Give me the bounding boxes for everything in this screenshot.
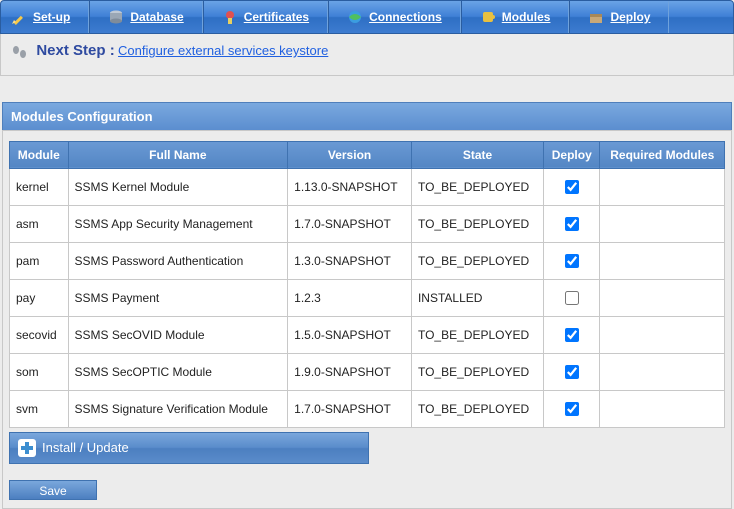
cell-deploy: [544, 205, 600, 242]
cell-module: som: [10, 353, 69, 390]
panel-body: Module Full Name Version State Deploy Re…: [2, 130, 732, 509]
cell-deploy: [544, 316, 600, 353]
footprints-icon: [11, 43, 29, 61]
cell-state: TO_BE_DEPLOYED: [411, 242, 543, 279]
table-row: somSSMS SecOPTIC Module1.9.0-SNAPSHOTTO_…: [10, 353, 725, 390]
col-deploy: Deploy: [544, 141, 600, 168]
col-fullname: Full Name: [68, 141, 288, 168]
cell-deploy: [544, 242, 600, 279]
cell-version: 1.9.0-SNAPSHOT: [288, 353, 412, 390]
cell-module: asm: [10, 205, 69, 242]
table-row: secovidSSMS SecOVID Module1.5.0-SNAPSHOT…: [10, 316, 725, 353]
table-row: pamSSMS Password Authentication1.3.0-SNA…: [10, 242, 725, 279]
nav-connections-label: Connections: [369, 10, 442, 24]
globe-icon: [347, 9, 363, 25]
cell-fullname: SSMS Payment: [68, 279, 288, 316]
deploy-checkbox[interactable]: [565, 291, 579, 305]
nav-certificates-label: Certificates: [244, 10, 309, 24]
nav-deploy-label: Deploy: [610, 10, 650, 24]
modules-panel: Modules Configuration Module Full Name V…: [0, 102, 734, 509]
nav-connections[interactable]: Connections: [328, 1, 461, 33]
next-step-bar: Next Step : Configure external services …: [0, 34, 734, 76]
deploy-checkbox[interactable]: [565, 365, 579, 379]
database-icon: [108, 9, 124, 25]
cell-state: TO_BE_DEPLOYED: [411, 168, 543, 205]
cell-module: secovid: [10, 316, 69, 353]
col-required: Required Modules: [600, 141, 725, 168]
cell-state: TO_BE_DEPLOYED: [411, 390, 543, 427]
cell-module: kernel: [10, 168, 69, 205]
install-update-button[interactable]: Install / Update: [9, 432, 369, 464]
install-update-label: Install / Update: [42, 440, 129, 455]
deploy-checkbox[interactable]: [565, 217, 579, 231]
cell-fullname: SSMS Kernel Module: [68, 168, 288, 205]
cell-deploy: [544, 168, 600, 205]
cell-required: [600, 205, 725, 242]
col-module: Module: [10, 141, 69, 168]
deploy-checkbox[interactable]: [565, 402, 579, 416]
cell-fullname: SSMS Password Authentication: [68, 242, 288, 279]
table-row: paySSMS Payment1.2.3INSTALLED: [10, 279, 725, 316]
cell-module: svm: [10, 390, 69, 427]
cell-required: [600, 279, 725, 316]
navbar: Set-up Database Certificates Connections…: [0, 0, 734, 34]
nav-modules[interactable]: Modules: [461, 1, 570, 33]
deploy-checkbox[interactable]: [565, 254, 579, 268]
cell-required: [600, 242, 725, 279]
cell-version: 1.7.0-SNAPSHOT: [288, 390, 412, 427]
cell-module: pam: [10, 242, 69, 279]
table-row: kernelSSMS Kernel Module1.13.0-SNAPSHOTT…: [10, 168, 725, 205]
nav-modules-label: Modules: [502, 10, 551, 24]
cell-version: 1.13.0-SNAPSHOT: [288, 168, 412, 205]
cell-version: 1.7.0-SNAPSHOT: [288, 205, 412, 242]
plus-icon: [18, 439, 36, 457]
cell-required: [600, 168, 725, 205]
cell-state: TO_BE_DEPLOYED: [411, 353, 543, 390]
table-row: svmSSMS Signature Verification Module1.7…: [10, 390, 725, 427]
deploy-checkbox[interactable]: [565, 180, 579, 194]
cell-deploy: [544, 353, 600, 390]
cell-required: [600, 390, 725, 427]
cell-required: [600, 353, 725, 390]
cell-deploy: [544, 279, 600, 316]
col-state: State: [411, 141, 543, 168]
cell-state: TO_BE_DEPLOYED: [411, 316, 543, 353]
cell-fullname: SSMS Signature Verification Module: [68, 390, 288, 427]
next-step-label: Next Step :: [36, 42, 114, 59]
nav-database[interactable]: Database: [89, 1, 202, 33]
panel-title: Modules Configuration: [2, 102, 732, 130]
table-row: asmSSMS App Security Management1.7.0-SNA…: [10, 205, 725, 242]
cell-version: 1.2.3: [288, 279, 412, 316]
nav-deploy[interactable]: Deploy: [569, 1, 669, 33]
save-button[interactable]: Save: [9, 480, 97, 500]
pencil-icon: [11, 9, 27, 25]
cell-module: pay: [10, 279, 69, 316]
cell-fullname: SSMS SecOPTIC Module: [68, 353, 288, 390]
cell-version: 1.5.0-SNAPSHOT: [288, 316, 412, 353]
cell-state: TO_BE_DEPLOYED: [411, 205, 543, 242]
nav-setup-label: Set-up: [33, 10, 70, 24]
col-version: Version: [288, 141, 412, 168]
cell-state: INSTALLED: [411, 279, 543, 316]
nav-setup[interactable]: Set-up: [1, 1, 89, 33]
cell-version: 1.3.0-SNAPSHOT: [288, 242, 412, 279]
cell-deploy: [544, 390, 600, 427]
certificate-icon: [222, 9, 238, 25]
nav-database-label: Database: [130, 10, 183, 24]
box-icon: [588, 9, 604, 25]
puzzle-icon: [480, 9, 496, 25]
deploy-checkbox[interactable]: [565, 328, 579, 342]
nav-certificates[interactable]: Certificates: [203, 1, 328, 33]
modules-table: Module Full Name Version State Deploy Re…: [9, 141, 725, 428]
cell-fullname: SSMS SecOVID Module: [68, 316, 288, 353]
next-step-link[interactable]: Configure external services keystore: [118, 43, 328, 58]
cell-fullname: SSMS App Security Management: [68, 205, 288, 242]
cell-required: [600, 316, 725, 353]
